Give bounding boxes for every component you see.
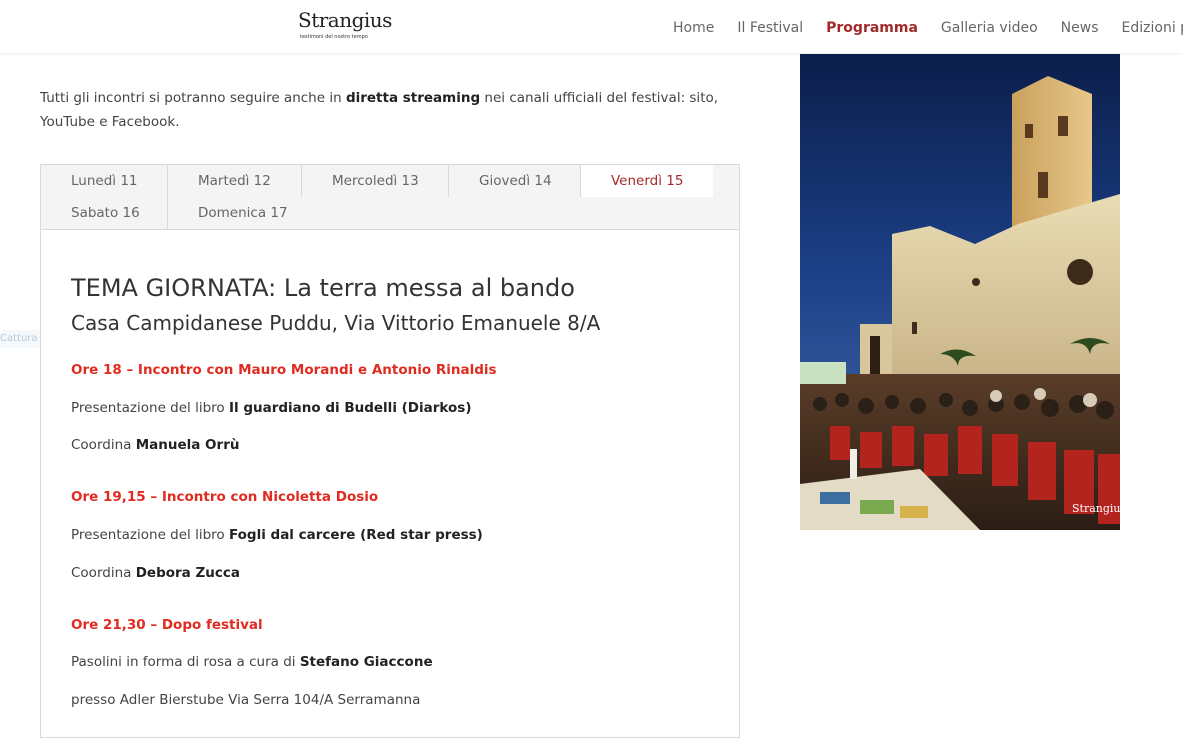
book-prefix: Presentazione del libro <box>71 527 229 543</box>
nav-home[interactable]: Home <box>673 18 714 38</box>
main-nav: Home Il Festival Programma Galleria video Ne… <box>673 17 1183 37</box>
nav-edizioni[interactable]: Edizioni pa <box>1122 18 1183 38</box>
book-title: Il guardiano di Budelli (Diarkos) <box>228 400 472 416</box>
program-tabs: Lunedì 11 Martedì 12 Mercoledì 13 Gioved… <box>40 164 740 738</box>
nav-il-festival[interactable]: Il Festival <box>737 18 803 38</box>
event-coordinator: Coordina Debora Zucca <box>71 563 240 583</box>
coord-prefix: Coordina <box>71 565 136 581</box>
site-header: Strangius testimoni del nostro tempo Hom… <box>0 0 1183 53</box>
tab-mercoledi-13[interactable]: Mercoledì 13 <box>302 165 449 197</box>
logo-text: Strangius <box>298 8 392 32</box>
nav-news[interactable]: News <box>1061 18 1099 38</box>
coord-name: Debora Zucca <box>135 565 240 581</box>
coord-prefix: Coordina <box>71 437 136 453</box>
event-coordinator: Coordina Manuela Orrù <box>71 435 239 455</box>
day-theme-heading: TEMA GIORNATA: La terra messa al bando <box>71 273 575 302</box>
coord-name: Manuela Orrù <box>135 437 240 453</box>
event-book: Presentazione del libro Il guardiano di … <box>71 398 472 418</box>
event-title: Ore 21,30 – Dopo festival <box>71 617 263 633</box>
tab-lunedi-11[interactable]: Lunedì 11 <box>41 165 168 197</box>
nav-galleria-video[interactable]: Galleria video <box>941 18 1038 38</box>
venue-heading: Casa Campidanese Puddu, Via Vittorio Ema… <box>71 311 601 335</box>
event-book: Presentazione del libro Fogli dal carcer… <box>71 525 483 545</box>
description-prefix: Pasolini in forma di rosa a cura di <box>71 654 300 670</box>
book-prefix: Presentazione del libro <box>71 400 229 416</box>
site-logo[interactable]: Strangius testimoni del nostro tempo <box>298 8 392 44</box>
logo-subtitle: testimoni del nostro tempo <box>300 34 368 40</box>
intro-bold: diretta streaming <box>345 90 481 106</box>
book-title: Fogli dal carcere (Red star press) <box>228 527 483 543</box>
nav-programma[interactable]: Programma <box>826 18 918 38</box>
intro-paragraph: Tutti gli incontri si potranno seguire a… <box>40 86 730 134</box>
event-title: Ore 19,15 – Incontro con Nicoletta Dosio <box>71 489 379 505</box>
tab-sabato-16[interactable]: Sabato 16 <box>41 197 168 229</box>
tab-giovedi-14[interactable]: Giovedì 14 <box>449 165 581 197</box>
photo-watermark: Strangius <box>1072 502 1120 515</box>
event-location: presso Adler Bierstube Via Serra 104/A S… <box>71 692 421 708</box>
tab-martedi-12[interactable]: Martedì 12 <box>168 165 302 197</box>
intro-text-1: Tutti gli incontri si potranno seguire a… <box>40 90 346 106</box>
event-title: Ore 18 – Incontro con Mauro Morandi e An… <box>71 362 497 378</box>
tab-domenica-17[interactable]: Domenica 17 <box>168 197 302 229</box>
festival-photo: Strangius <box>800 54 1120 530</box>
curator-name: Stefano Giaccone <box>299 654 433 670</box>
tab-venerdi-15[interactable]: Venerdì 15 <box>581 165 713 197</box>
event-description: Pasolini in forma di rosa a cura di Stef… <box>71 652 433 672</box>
tabs-bar: Lunedì 11 Martedì 12 Mercoledì 13 Gioved… <box>41 165 739 230</box>
